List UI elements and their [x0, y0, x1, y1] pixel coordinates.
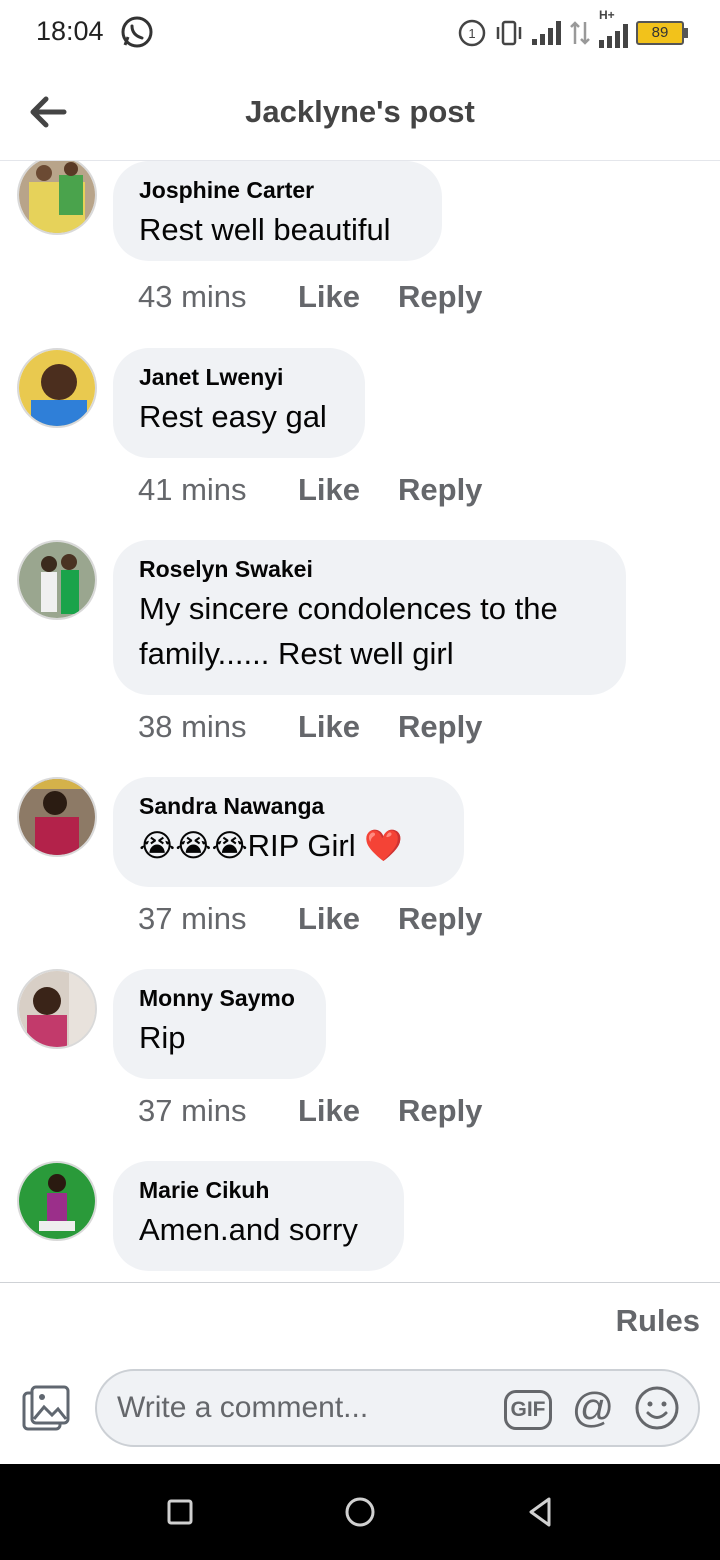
comment-text: Rest well beautiful [139, 212, 391, 247]
status-bar: 18:04 1 H+ 89 [0, 0, 720, 66]
comment-composer: Rules Write a comment... GIF @ [0, 1282, 720, 1465]
reply-button[interactable]: Reply [398, 901, 482, 937]
avatar[interactable] [17, 777, 97, 857]
network-type-label: H+ [599, 8, 615, 22]
sim-1-icon: 1 [458, 19, 486, 47]
emoji-icon[interactable] [634, 1385, 680, 1431]
comment-bubble[interactable]: Monny Saymo Rip [113, 969, 326, 1079]
svg-text:1: 1 [468, 26, 475, 41]
battery-level: 89 [651, 24, 669, 41]
reply-button[interactable]: Reply [398, 709, 482, 745]
like-button[interactable]: Like [298, 472, 398, 508]
comment-bubble[interactable]: Josphine Carter Rest well beautiful [113, 161, 442, 261]
like-button[interactable]: Like [298, 901, 398, 937]
reply-button[interactable]: Reply [398, 279, 482, 315]
home-icon[interactable] [340, 1492, 380, 1532]
signal-strength-icon [532, 21, 561, 45]
avatar[interactable] [17, 1161, 97, 1241]
system-nav-bar [0, 1464, 720, 1560]
comment-time[interactable]: 43 mins [138, 279, 298, 315]
comment-bubble[interactable]: Sandra Nawanga 😭😭😭RIP Girl ❤️ [113, 777, 464, 887]
avatar[interactable] [17, 348, 97, 428]
comment-author[interactable]: Josphine Carter [139, 177, 416, 203]
back-nav-icon[interactable] [520, 1492, 560, 1532]
comment-text: 😭😭😭RIP Girl ❤️ [139, 828, 403, 863]
comment-author[interactable]: Janet Lwenyi [139, 364, 339, 390]
comment-actions: 37 mins Like Reply [138, 901, 482, 937]
comment-time[interactable]: 37 mins [138, 901, 298, 937]
avatar[interactable] [17, 969, 97, 1049]
like-button[interactable]: Like [298, 1093, 398, 1129]
like-button[interactable]: Like [298, 709, 398, 745]
rules-link[interactable]: Rules [616, 1303, 700, 1339]
vibrate-icon [496, 20, 522, 46]
comment-bubble[interactable]: Janet Lwenyi Rest easy gal [113, 348, 365, 458]
whatsapp-icon [121, 16, 153, 48]
comment-author[interactable]: Sandra Nawanga [139, 793, 438, 819]
status-time: 18:04 [36, 16, 104, 46]
comment-time[interactable]: 37 mins [138, 1093, 298, 1129]
comment-text: Amen.and sorry [139, 1212, 358, 1247]
comment-bubble[interactable]: Roselyn Swakei My sincere condolences to… [113, 540, 626, 695]
comment-input[interactable]: Write a comment... GIF @ [95, 1369, 700, 1447]
comment-tools: GIF @ [504, 1385, 680, 1431]
comment-text: Rip [139, 1020, 186, 1055]
comment-actions: 43 mins Like Reply [138, 279, 482, 315]
status-icons: 1 H+ 89 [458, 8, 688, 48]
avatar[interactable] [17, 161, 97, 235]
comments-list[interactable]: Josphine Carter Rest well beautiful 43 m… [0, 161, 720, 1282]
reply-button[interactable]: Reply [398, 472, 482, 508]
page-title: Jacklyne's post [245, 94, 475, 129]
battery-icon: 89 [636, 21, 688, 45]
comment-bubble[interactable]: Marie Cikuh Amen.and sorry [113, 1161, 404, 1271]
mention-button[interactable]: @ [570, 1385, 616, 1431]
data-transfer-icon [570, 21, 590, 45]
reply-button[interactable]: Reply [398, 1093, 482, 1129]
comment-time[interactable]: 38 mins [138, 709, 298, 745]
recent-apps-icon[interactable] [160, 1492, 200, 1532]
comment-input-placeholder: Write a comment... [117, 1391, 369, 1424]
photo-icon[interactable] [20, 1383, 72, 1435]
avatar[interactable] [17, 540, 97, 620]
comment-author[interactable]: Roselyn Swakei [139, 556, 600, 582]
app-header: Jacklyne's post [0, 66, 720, 161]
gif-button[interactable]: GIF [504, 1390, 552, 1430]
comment-author[interactable]: Marie Cikuh [139, 1177, 378, 1203]
comment-text: My sincere condolences to the family....… [139, 591, 558, 671]
comment-time[interactable]: 41 mins [138, 472, 298, 508]
like-button[interactable]: Like [298, 279, 398, 315]
comment-actions: 37 mins Like Reply [138, 1093, 482, 1129]
comment-text: Rest easy gal [139, 399, 327, 434]
comment-actions: 38 mins Like Reply [138, 709, 482, 745]
comment-actions: 41 mins Like Reply [138, 472, 482, 508]
comment-author[interactable]: Monny Saymo [139, 985, 300, 1011]
hplus-signal-icon: H+ [599, 8, 628, 48]
